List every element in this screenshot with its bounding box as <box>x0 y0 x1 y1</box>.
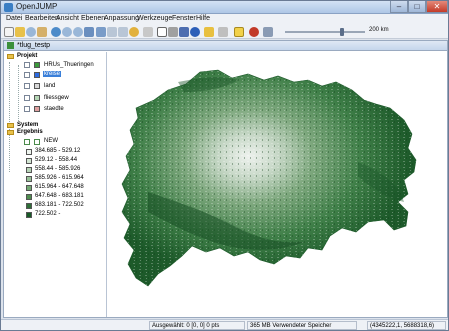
tree-layer-kreise[interactable]: kreise <box>43 71 62 77</box>
class-color-swatch <box>26 176 32 182</box>
app-icon <box>4 3 13 12</box>
menu-werkzeuge[interactable]: Werkzeuge <box>137 15 172 22</box>
application-window: OpenJUMP – □ ✕ Datei Bearbeiten Ansicht … <box>0 0 449 331</box>
tree-line <box>9 62 10 172</box>
coordinate-status: (4345222,1, 5688318,6) <box>367 321 446 330</box>
layer-checkbox[interactable] <box>24 83 30 89</box>
tree-layer-land[interactable]: land <box>44 83 55 89</box>
maximize-button[interactable]: □ <box>408 1 426 13</box>
tree-line <box>18 65 19 121</box>
globe-icon[interactable] <box>51 27 61 37</box>
legend-class: 722.502 - <box>35 211 61 217</box>
layer-color-swatch <box>34 106 40 112</box>
map-view[interactable] <box>108 52 447 317</box>
project-icon <box>7 42 14 49</box>
scale-slider-icon <box>263 27 273 37</box>
legend-class: 615.964 - 647.648 <box>35 184 84 190</box>
close-button[interactable]: ✕ <box>426 1 448 13</box>
attribute-icon[interactable] <box>129 27 139 37</box>
tree-category-system[interactable]: System <box>17 122 38 128</box>
layer-checkbox[interactable] <box>24 106 30 112</box>
wms-icon[interactable] <box>234 27 244 37</box>
menu-ansicht[interactable]: Ansicht <box>56 15 79 22</box>
window-title: OpenJUMP <box>16 2 58 11</box>
layer-checkbox[interactable] <box>24 95 30 101</box>
scale-slider-thumb[interactable] <box>340 28 344 36</box>
new-project-icon[interactable] <box>4 27 14 37</box>
frame-title-bar[interactable]: *tlug_testp <box>4 41 447 51</box>
menu-fenster[interactable]: Fenster <box>172 15 196 22</box>
zoom-in-icon[interactable] <box>26 27 36 37</box>
folder-icon <box>7 123 14 128</box>
zoom-out-icon[interactable] <box>62 27 72 37</box>
legend-class: 647.648 - 683.181 <box>35 193 84 199</box>
layer-color-swatch <box>34 83 40 89</box>
legend-class: 683.181 - 722.502 <box>35 202 84 208</box>
warning-icon[interactable] <box>204 27 214 37</box>
zoom-next-icon[interactable] <box>96 27 106 37</box>
menu-bearbeiten[interactable]: Bearbeiten <box>25 15 59 22</box>
tree-layer-staedte[interactable]: staedte <box>44 106 64 112</box>
pan-icon[interactable] <box>37 27 47 37</box>
folder-icon <box>7 130 14 135</box>
class-color-swatch <box>26 149 32 155</box>
print-icon[interactable] <box>218 27 228 37</box>
frame-title: *tlug_testp <box>17 42 51 49</box>
folder-icon <box>7 54 14 59</box>
legend-class: 585.926 - 615.964 <box>35 175 84 181</box>
class-color-swatch <box>26 158 32 164</box>
memory-status: 365 MB Verwendeter Speicher <box>247 321 357 330</box>
selection-status: Ausgewählt: 0 [0, 0] 0 pts <box>149 321 245 330</box>
open-icon[interactable] <box>15 27 25 37</box>
snap-icon[interactable] <box>143 27 153 37</box>
legend-class: 529.12 - 558.44 <box>35 157 78 163</box>
tree-category-projekt[interactable]: Projekt <box>17 53 37 59</box>
measure-icon[interactable] <box>168 27 178 37</box>
scale-label: 200 km <box>369 27 389 33</box>
minimize-button[interactable]: – <box>390 1 408 13</box>
zoom-previous-icon[interactable] <box>84 27 94 37</box>
title-bar: OpenJUMP – □ ✕ <box>1 1 448 14</box>
select-icon[interactable] <box>157 27 167 37</box>
edit-icon[interactable] <box>179 27 189 37</box>
map-canvas[interactable] <box>108 52 447 317</box>
layer-color-swatch <box>34 95 40 101</box>
toolbar: 200 km <box>1 25 448 39</box>
layer-tree: Projekt HRUs_Thueringen kreise land flie… <box>5 52 107 317</box>
legend-class: 384.685 - 529.12 <box>35 148 81 154</box>
undo-icon[interactable] <box>107 27 117 37</box>
tree-layer-new[interactable]: NEW <box>44 138 58 144</box>
status-bar: Ausgewählt: 0 [0, 0] 0 pts 365 MB Verwen… <box>1 319 448 330</box>
scale-slider-track[interactable] <box>285 31 365 33</box>
menu-datei[interactable]: Datei <box>6 15 22 22</box>
layer-checkbox[interactable] <box>24 72 30 78</box>
layer-checkbox[interactable] <box>24 62 30 68</box>
check-icon <box>34 139 40 145</box>
zoom-layer-icon[interactable] <box>73 27 83 37</box>
tree-layer-hrus[interactable]: HRUs_Thueringen <box>44 62 94 68</box>
layer-color-swatch <box>34 62 40 68</box>
info-icon[interactable] <box>190 27 200 37</box>
menu-hilfe[interactable]: Hilfe <box>196 15 210 22</box>
layer-color-swatch <box>34 72 40 78</box>
class-color-swatch <box>26 203 32 209</box>
refresh-icon[interactable] <box>249 27 259 37</box>
menu-bar: Datei Bearbeiten Ansicht Ebenen Anpassun… <box>1 14 448 25</box>
class-color-swatch <box>26 212 32 218</box>
tree-layer-fliessgew[interactable]: fliessgew <box>44 95 69 101</box>
class-color-swatch <box>26 185 32 191</box>
project-frame: *tlug_testp Projekt HRUs_Thueringen krei… <box>3 40 448 318</box>
menu-anpassung[interactable]: Anpassung <box>104 15 139 22</box>
class-color-swatch <box>26 167 32 173</box>
class-color-swatch <box>26 194 32 200</box>
layer-checkbox-checked[interactable] <box>24 139 30 145</box>
redo-icon[interactable] <box>118 27 128 37</box>
tree-category-ergebnis[interactable]: Ergebnis <box>17 129 43 135</box>
legend-class: 558.44 - 585.926 <box>35 166 81 172</box>
menu-ebenen[interactable]: Ebenen <box>81 15 105 22</box>
